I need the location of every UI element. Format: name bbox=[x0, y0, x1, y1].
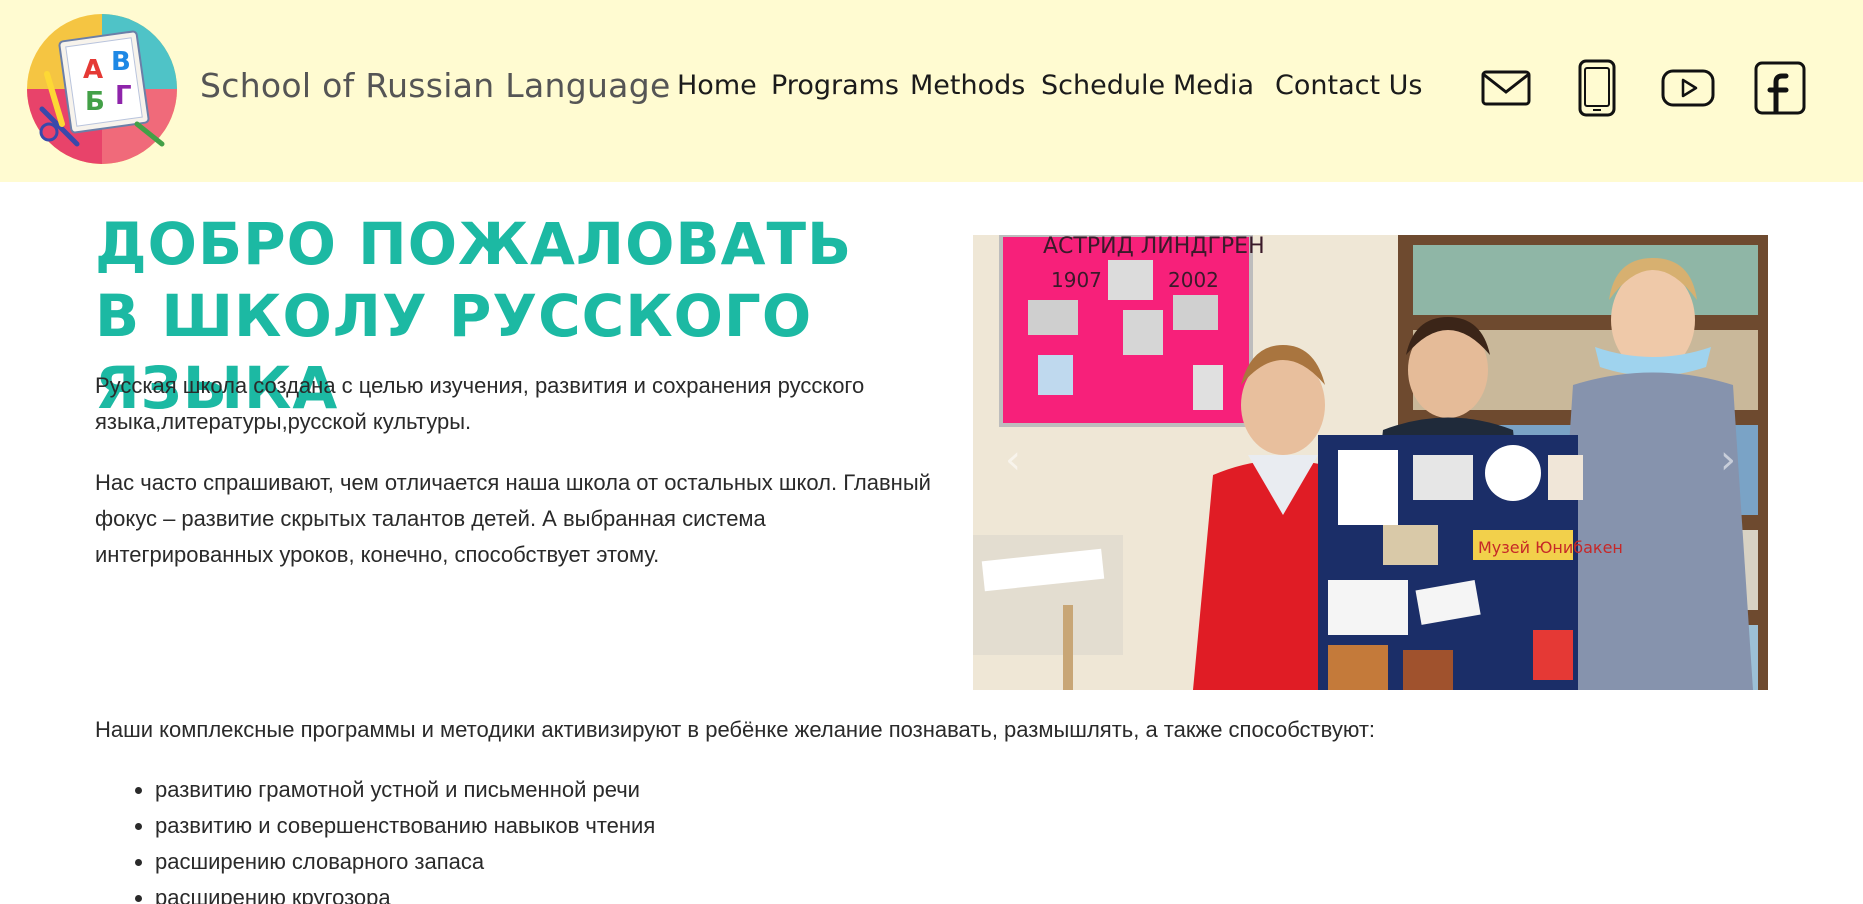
nav-media[interactable]: Media bbox=[1173, 70, 1254, 101]
programs-paragraph: Наши комплексные программы и методики ак… bbox=[95, 717, 1376, 742]
photo-carousel[interactable]: АСТРИД ЛИНДГРЕН 1907 2002 Музей Юнибакен… bbox=[973, 235, 1768, 690]
svg-text:АСТРИД ЛИНДГРЕН: АСТРИД ЛИНДГРЕН bbox=[1043, 235, 1265, 259]
intro-paragraph: Русская школа создана с целью изучения, … bbox=[95, 373, 865, 434]
nav-methods[interactable]: Methods bbox=[910, 70, 1025, 101]
carousel-next-button[interactable]: › bbox=[1708, 435, 1748, 485]
focus-paragraph: Нас часто спрашивают, чем отличается наш… bbox=[95, 470, 931, 567]
list-item: развитию и совершенствованию навыков чте… bbox=[134, 808, 655, 844]
facebook-icon[interactable] bbox=[1752, 58, 1808, 118]
site-title[interactable]: School of Russian Language bbox=[200, 66, 671, 105]
class-photo: АСТРИД ЛИНДГРЕН 1907 2002 Музей Юнибакен bbox=[973, 235, 1768, 690]
svg-text:Музей Юнибакен: Музей Юнибакен bbox=[1478, 538, 1623, 557]
list-item: расширению словарного запаса bbox=[134, 844, 655, 880]
nav-home[interactable]: Home bbox=[677, 70, 757, 101]
nav-contact-us[interactable]: Contact Us bbox=[1275, 70, 1422, 101]
phone-icon[interactable] bbox=[1575, 58, 1619, 118]
list-item: расширению кругозора bbox=[134, 880, 655, 904]
svg-text:А: А bbox=[83, 55, 103, 85]
youtube-icon[interactable] bbox=[1660, 58, 1716, 118]
nav-programs[interactable]: Programs bbox=[771, 70, 899, 101]
svg-text:В: В bbox=[111, 47, 131, 77]
features-list: развитию грамотной устной и письменной р… bbox=[134, 772, 655, 904]
school-logo[interactable]: А В Б Г bbox=[27, 14, 177, 164]
list-item: развитию грамотной устной и письменной р… bbox=[134, 772, 655, 808]
carousel-prev-button[interactable]: ‹ bbox=[993, 435, 1033, 485]
svg-text:1907: 1907 bbox=[1051, 268, 1102, 292]
site-header: А В Б Г School of Russian Language Home … bbox=[0, 0, 1863, 182]
nav-schedule[interactable]: Schedule bbox=[1041, 70, 1165, 101]
svg-text:2002: 2002 bbox=[1168, 268, 1219, 292]
svg-text:Г: Г bbox=[115, 81, 132, 111]
svg-text:Б: Б bbox=[85, 87, 105, 117]
mail-icon[interactable] bbox=[1480, 58, 1532, 118]
